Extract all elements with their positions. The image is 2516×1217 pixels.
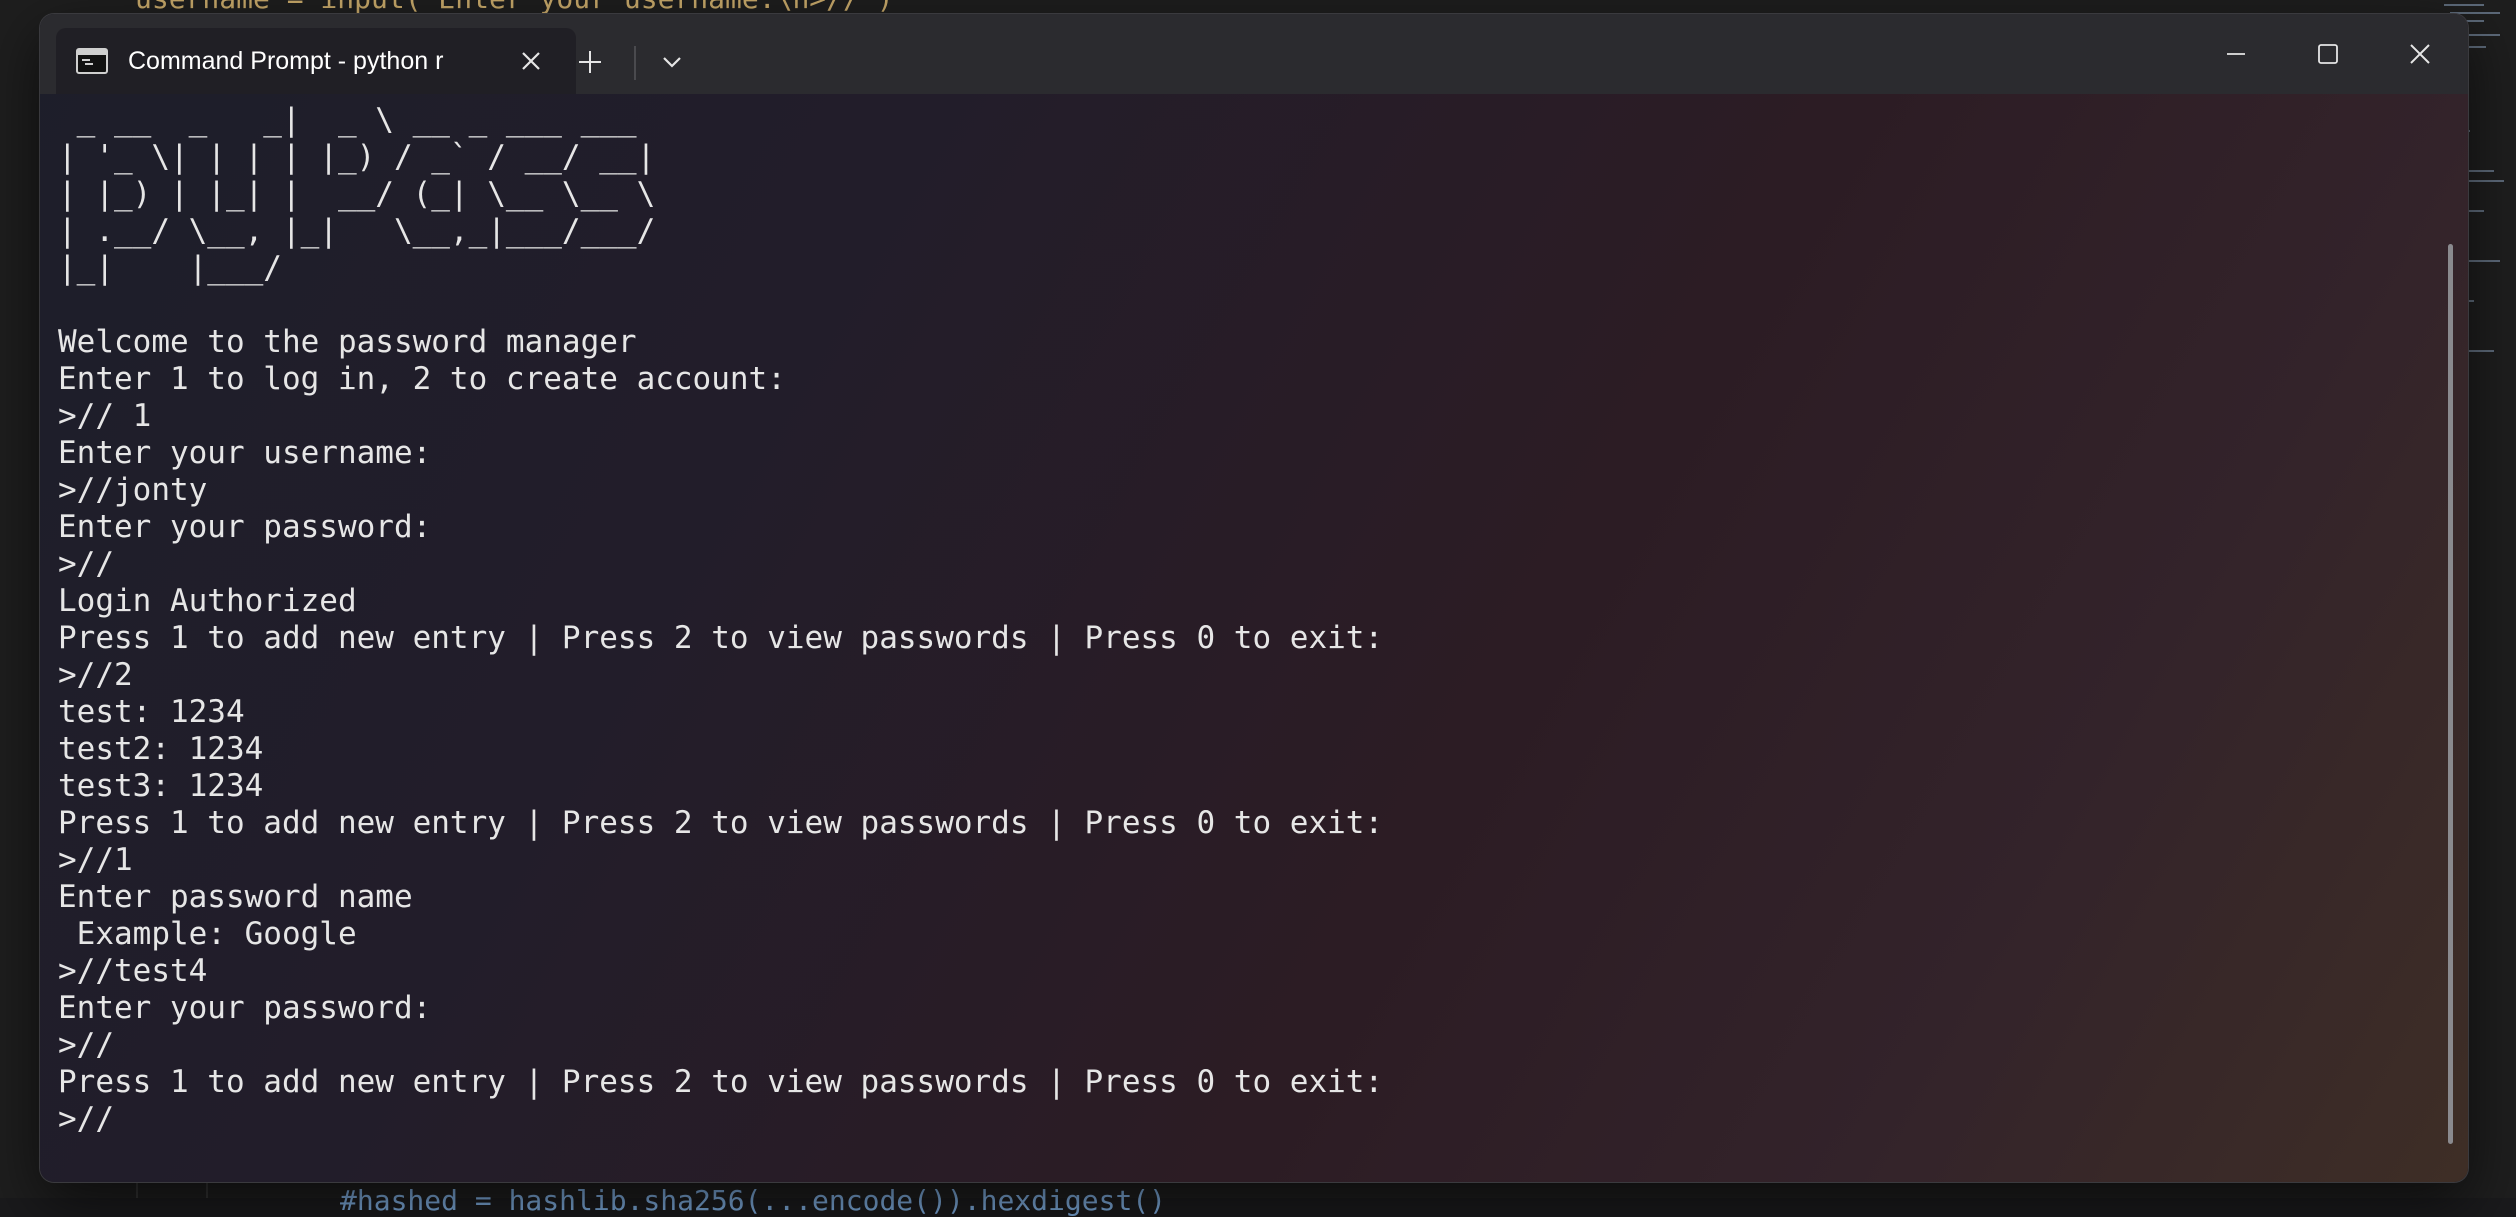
terminal-line: test: 1234 bbox=[58, 694, 245, 730]
minimize-button[interactable] bbox=[2190, 14, 2282, 94]
tab-dropdown-button[interactable] bbox=[642, 36, 702, 88]
minimize-icon bbox=[2227, 53, 2245, 55]
background-code-line: #hashed = hashlib.sha256(...encode()).he… bbox=[340, 1184, 1167, 1217]
terminal-line: test2: 1234 bbox=[58, 731, 264, 767]
terminal-line: >// bbox=[58, 1027, 114, 1063]
terminal-line: >// 1 bbox=[58, 398, 152, 434]
terminal-line: >// bbox=[58, 546, 114, 582]
terminal-line: Welcome to the password manager bbox=[58, 324, 637, 360]
terminal-scrollbar[interactable] bbox=[2442, 94, 2462, 1154]
terminal-line: >//jonty bbox=[58, 472, 208, 508]
terminal-line: >//2 bbox=[58, 657, 133, 693]
maximize-button[interactable] bbox=[2282, 14, 2374, 94]
close-icon bbox=[2410, 44, 2430, 64]
tab-title: Command Prompt - python r bbox=[128, 46, 444, 75]
terminal-icon bbox=[76, 48, 108, 74]
terminal-line: Press 1 to add new entry | Press 2 to vi… bbox=[58, 620, 1384, 656]
tab-divider bbox=[634, 46, 636, 80]
terminal-line: test3: 1234 bbox=[58, 768, 264, 804]
terminal-line: |_| |___/ bbox=[58, 250, 282, 286]
terminal-window: Command Prompt - python r _ __ _ _| _ \ … bbox=[40, 14, 2468, 1182]
terminal-line: Example: Google bbox=[58, 916, 357, 952]
terminal-line: >//test4 bbox=[58, 953, 208, 989]
tab-command-prompt[interactable]: Command Prompt - python r bbox=[56, 28, 576, 94]
terminal-line: Login Authorized bbox=[58, 583, 357, 619]
terminal-line: Enter your password: bbox=[58, 509, 432, 545]
terminal-line: Enter password name bbox=[58, 879, 413, 915]
background-code-line: username = input("Enter your username:\n… bbox=[135, 0, 894, 15]
close-window-button[interactable] bbox=[2374, 14, 2466, 94]
terminal-line: Enter your password: bbox=[58, 990, 432, 1026]
terminal-output[interactable]: _ __ _ _| _ \ __ _ ___ ___ | '_ \| | | | … bbox=[58, 102, 2428, 1162]
scrollbar-thumb[interactable] bbox=[2448, 244, 2453, 1144]
new-tab-button[interactable] bbox=[556, 36, 624, 88]
terminal-line: | |_) | |_| | __/ (_| \__ \__ \ bbox=[58, 176, 656, 212]
title-bar[interactable]: Command Prompt - python r bbox=[40, 14, 2468, 94]
terminal-line: | '_ \| | | | |_) / _` / __/ __| bbox=[58, 139, 656, 175]
close-icon bbox=[522, 52, 540, 70]
terminal-line: Press 1 to add new entry | Press 2 to vi… bbox=[58, 1064, 1384, 1100]
terminal-line: >//1 bbox=[58, 842, 133, 878]
terminal-line: Enter your username: bbox=[58, 435, 432, 471]
maximize-icon bbox=[2318, 44, 2338, 64]
terminal-line: | .__/ \__, |_| \__,_|___/___/ bbox=[58, 213, 656, 249]
terminal-line: Press 1 to add new entry | Press 2 to vi… bbox=[58, 805, 1384, 841]
terminal-line: >// bbox=[58, 1101, 114, 1137]
plus-icon bbox=[579, 51, 601, 73]
close-tab-button[interactable] bbox=[512, 42, 550, 80]
terminal-line: _ __ _ _| _ \ __ _ ___ ___ bbox=[58, 102, 637, 138]
terminal-line: Enter 1 to log in, 2 to create account: bbox=[58, 361, 786, 397]
chevron-down-icon bbox=[663, 57, 681, 68]
